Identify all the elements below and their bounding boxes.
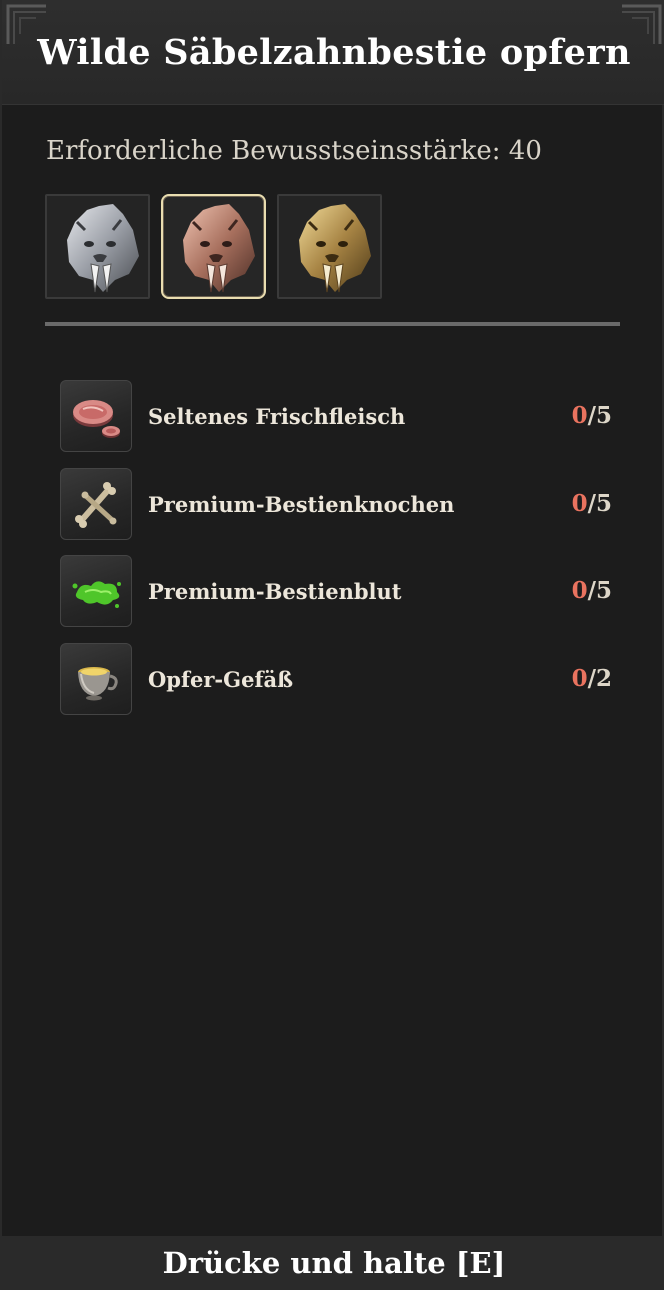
material-name: Premium-Bestienblut bbox=[148, 579, 402, 604]
bronze-sabertooth-head-icon bbox=[183, 204, 255, 293]
material-icon-frame bbox=[60, 468, 132, 540]
requirement-text: Erforderliche Bewusstseinsstärke: 40 bbox=[46, 136, 542, 166]
tier-option-bronze[interactable] bbox=[161, 194, 266, 299]
tier-option-silver[interactable] bbox=[45, 194, 150, 299]
bone-icon bbox=[75, 482, 117, 528]
action-bar[interactable]: Drücke und halte [E] bbox=[2, 1236, 664, 1290]
material-name: Opfer-Gefäß bbox=[148, 667, 294, 692]
gold-sabertooth-head-icon bbox=[299, 204, 371, 293]
material-row[interactable]: Seltenes Frischfleisch 0/5 bbox=[60, 380, 620, 452]
material-count: 0/5 bbox=[571, 490, 612, 517]
material-row[interactable]: Premium-Bestienknochen 0/5 bbox=[60, 468, 620, 540]
material-count: 0/5 bbox=[571, 577, 612, 604]
material-row[interactable]: Premium-Bestienblut 0/5 bbox=[60, 555, 620, 627]
section-divider bbox=[45, 322, 620, 326]
material-name: Seltenes Frischfleisch bbox=[148, 404, 406, 429]
green-blood-icon bbox=[72, 581, 121, 608]
material-name: Premium-Bestienknochen bbox=[148, 492, 455, 517]
sacrifice-panel: Wilde Säbelzahnbestie opfern Erforderlic… bbox=[0, 0, 664, 1290]
hold-key-prompt: Drücke und halte [E] bbox=[162, 1246, 506, 1280]
material-icon-frame bbox=[60, 643, 132, 715]
material-icon-frame bbox=[60, 380, 132, 452]
material-count: 0/5 bbox=[571, 402, 612, 429]
tier-option-gold[interactable] bbox=[277, 194, 382, 299]
material-row[interactable]: Opfer-Gefäß 0/2 bbox=[60, 643, 620, 715]
panel-header: Wilde Säbelzahnbestie opfern bbox=[2, 0, 664, 105]
material-icon-frame bbox=[60, 555, 132, 627]
golden-cup-icon bbox=[78, 667, 118, 701]
material-count: 0/2 bbox=[571, 665, 612, 692]
silver-sabertooth-head-icon bbox=[67, 204, 139, 293]
raw-meat-icon bbox=[73, 400, 120, 438]
panel-title: Wilde Säbelzahnbestie opfern bbox=[37, 32, 631, 73]
